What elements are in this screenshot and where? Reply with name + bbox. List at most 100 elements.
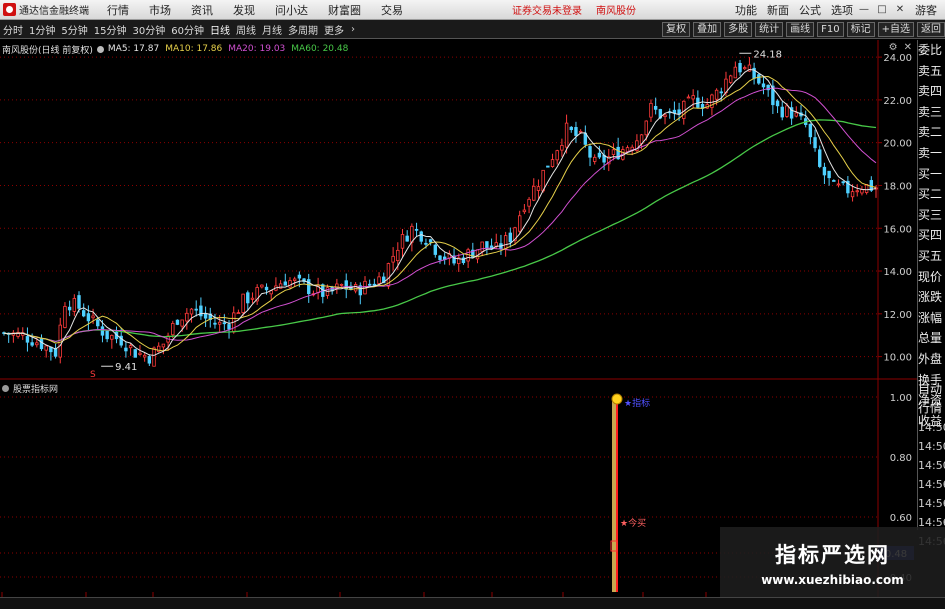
candle-body (438, 255, 442, 261)
y-tick-label: 18.00 (883, 181, 912, 192)
close-icon[interactable]: ✕ (904, 42, 912, 53)
candle-body (564, 122, 569, 148)
tick-panel-head[interactable]: 行情 (918, 399, 945, 418)
candle-body (546, 165, 550, 168)
candle-body (757, 74, 761, 84)
indicator-title: 股票指标网 (13, 384, 59, 395)
candle-body (832, 180, 836, 182)
tick-panel-head[interactable]: 自动 (918, 380, 945, 399)
candle-body (217, 321, 222, 325)
ma5-value: MA5: 17.87 (107, 44, 160, 54)
candle-body (372, 283, 377, 286)
candle-body (555, 150, 559, 161)
candle-body (367, 283, 372, 286)
candle-body (110, 334, 114, 340)
candle-body (246, 292, 250, 304)
order-row: 卖一 (918, 145, 943, 160)
candle-body (855, 190, 859, 193)
candle-body (414, 228, 419, 231)
signal-bar (612, 397, 616, 592)
watermark-url: www.xuezhibiao.com (761, 573, 904, 587)
candle-body (691, 95, 695, 100)
candle-body (222, 322, 227, 325)
candle-body (260, 284, 264, 288)
candle-body (171, 323, 175, 336)
candle-body (133, 349, 137, 358)
candle-body (377, 276, 381, 284)
settings-dot-icon[interactable] (2, 384, 9, 392)
order-row: 委比 (918, 43, 943, 57)
candle-body (250, 297, 255, 300)
candle-body (644, 120, 648, 136)
candle-body (161, 343, 166, 348)
candle-body (67, 306, 72, 311)
y-tick-label: 14.00 (883, 267, 912, 278)
candle-body (264, 286, 269, 291)
chart-title: 南风股份(日线 前复权) (2, 45, 93, 56)
candle-body (138, 352, 142, 355)
candle-body (410, 225, 414, 243)
candle-body (428, 239, 433, 243)
candle-body (738, 62, 742, 73)
candle-body (597, 152, 602, 158)
ma10-value: MA10: 17.86 (165, 44, 223, 54)
watermark: 指标严选网 www.xuezhibiao.com (720, 527, 945, 599)
candle-body (822, 166, 827, 176)
candle-body (775, 100, 780, 107)
sub-tick-label: 0.60 (890, 513, 912, 524)
y-tick-label: 10.00 (883, 353, 912, 364)
candle-body (180, 319, 184, 327)
candle-body (81, 310, 86, 317)
candle-body (433, 244, 438, 255)
indicator-label-top: ★指标 (624, 397, 650, 409)
candle-body (419, 231, 423, 242)
candle-body (339, 283, 344, 286)
candle-body (100, 326, 105, 336)
candle-body (86, 313, 91, 322)
order-row: 买四 (918, 228, 943, 243)
candle-body (733, 66, 738, 79)
candle-body (593, 156, 597, 162)
order-row: 卖三 (918, 104, 943, 119)
order-panel: 委比 卖五 卖四 卖三 卖二 卖一 买一 买二 买三 买四 买五 现价 涨跌 涨幅 总量 外盘 换手 净资 收益 (917, 40, 945, 428)
order-row: 买三 (918, 207, 943, 222)
chart-header: 南风股份(日线 前复权) MA5: 17.87 MA10: 17.86 MA20… (2, 42, 348, 56)
y-tick-label: 20.00 (883, 139, 912, 150)
candle-body (560, 145, 564, 151)
candle-body (588, 146, 592, 158)
candle-body (808, 123, 813, 138)
tick-time: 14:56 (918, 478, 945, 491)
order-row: 卖二 (918, 125, 943, 140)
candle-body (841, 181, 845, 184)
candle-body (686, 96, 691, 99)
candle-body (574, 127, 578, 136)
candle-body (405, 235, 409, 242)
ma5-line (3, 68, 877, 356)
gear-icon[interactable]: ⚙ (889, 42, 898, 53)
smiley-icon (611, 393, 623, 405)
candle-body (780, 106, 784, 118)
y-tick-label: 16.00 (883, 224, 912, 235)
candle-body (611, 149, 616, 156)
candle-body (818, 149, 822, 167)
watermark-title: 指标严选网 (775, 543, 890, 567)
ma20-line (3, 87, 877, 343)
sub-chart-header: 股票指标网 (2, 381, 58, 395)
candle-body (503, 235, 508, 250)
candle-body (653, 105, 658, 110)
kline-chart[interactable]: 24.00 22.00 20.00 18.00 16.00 14.00 12.00 10.00… (0, 0, 945, 609)
candle-body (189, 308, 194, 315)
candle-body (761, 83, 766, 88)
low-price-label: 9.41 (115, 362, 137, 373)
ma60-line (3, 119, 877, 343)
candle-body (353, 284, 358, 292)
settings-dot-icon[interactable] (96, 45, 104, 53)
order-row: 涨跌 (918, 290, 943, 305)
sub-tick-label: 0.80 (890, 453, 912, 464)
candle-body (396, 249, 400, 262)
candle-body (794, 112, 799, 117)
indicator-label-buy: ★今买 (620, 517, 646, 529)
candle-body (424, 242, 428, 245)
chart-window-controls: ⚙ ✕ (883, 42, 912, 53)
sub-tick-label: 1.00 (890, 393, 912, 404)
